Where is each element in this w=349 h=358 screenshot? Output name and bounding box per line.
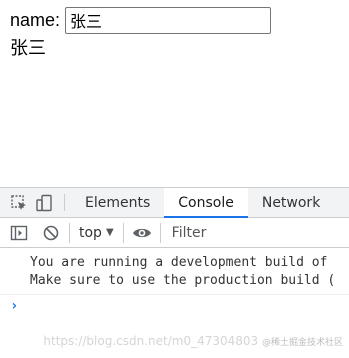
console-toolbar: top ▼ — [0, 218, 349, 248]
clear-console-icon — [43, 225, 59, 240]
clear-console-button[interactable] — [38, 218, 64, 248]
context-label: top — [79, 224, 102, 241]
inspect-element-button[interactable] — [6, 188, 32, 217]
toolbar-separator — [69, 222, 70, 243]
device-toggle-icon — [36, 194, 52, 211]
inspect-element-icon — [11, 194, 26, 210]
tab-network[interactable]: Network — [248, 188, 334, 217]
toolbar-separator — [159, 222, 161, 243]
name-row: name: — [10, 6, 272, 34]
filter-input[interactable] — [165, 220, 306, 245]
device-toggle-button[interactable] — [32, 188, 58, 217]
name-output: 张三 — [10, 38, 46, 59]
caret-down-icon: ▼ — [105, 227, 114, 238]
console-message-line: You are running a development build of — [30, 255, 328, 270]
context-selector[interactable]: top ▼ — [75, 218, 118, 248]
tab-elements[interactable]: Elements — [71, 188, 164, 217]
devtools-panel: Elements Console Network top ▼ Filter Yo… — [0, 187, 349, 358]
page-viewport: name: 张三 — [0, 0, 349, 187]
console-message: You are running a development build of M… — [0, 250, 349, 295]
sidebar-toggle-button[interactable] — [6, 218, 32, 248]
sidebar-toggle-icon — [10, 225, 28, 240]
name-input[interactable] — [65, 6, 272, 34]
live-expression-button[interactable] — [129, 218, 155, 248]
console-prompt[interactable]: › — [0, 295, 349, 317]
watermark: https://blog.csdn.net/m0_47304803 @稀土掘金技… — [43, 334, 343, 348]
name-label: name: — [10, 10, 61, 30]
tab-console[interactable]: Console — [164, 188, 248, 218]
devtools-tabbar: Elements Console Network — [0, 188, 349, 218]
prompt-chevron-icon: › — [10, 298, 19, 314]
toolbar-separator — [122, 222, 124, 243]
console-message-line: Make sure to use the production build ( — [30, 273, 336, 288]
tabbar-divider — [64, 194, 65, 211]
eye-icon — [132, 228, 151, 237]
